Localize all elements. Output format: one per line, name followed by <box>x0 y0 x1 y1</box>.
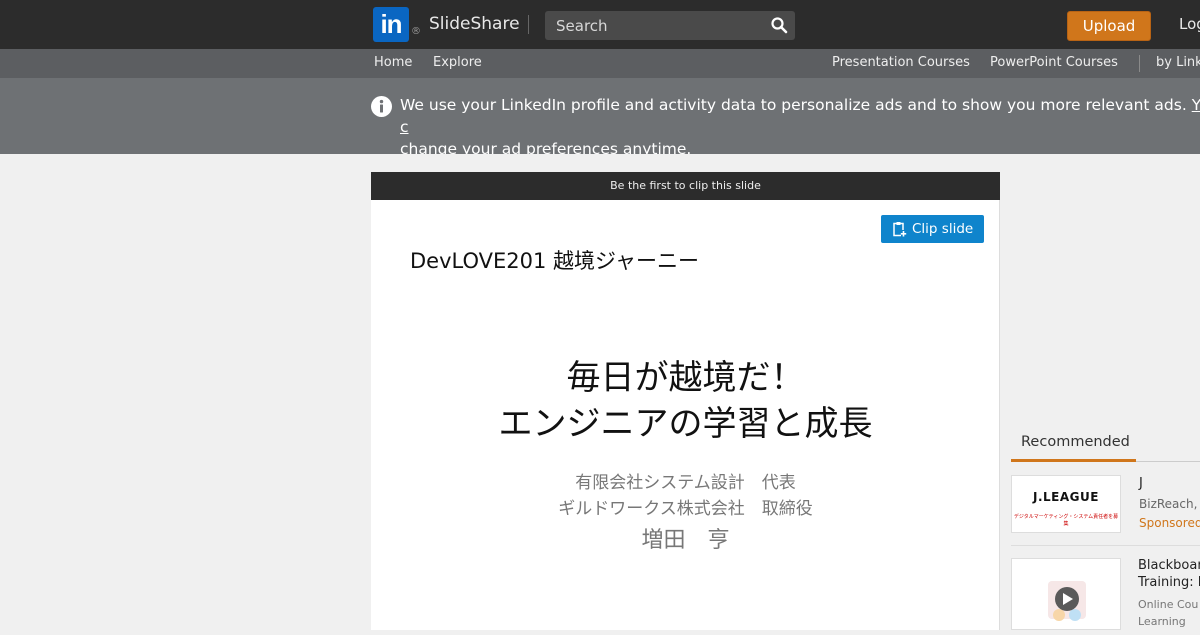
clip-icon <box>893 222 907 237</box>
slide-header: DevLOVE201 越境ジャーニー <box>410 249 699 273</box>
recommended-thumbnail[interactable] <box>1011 558 1121 630</box>
slide-title-line1: 毎日が越境だ！ <box>566 358 805 398</box>
clip-slide-button[interactable]: Clip slide <box>881 215 984 243</box>
search-box <box>545 11 795 40</box>
slide-org-line1: 有限会社システム設計 代表 <box>575 473 796 493</box>
thumbnail-subtext: デジタルマーケティング・システム責任者を募集 <box>1013 514 1119 527</box>
search-icon[interactable] <box>770 16 788 34</box>
jleague-logo: J.LEAGUE <box>1033 490 1099 504</box>
tab-underline <box>1136 461 1200 462</box>
recommended-title[interactable]: Blackboard <box>1138 558 1200 573</box>
sponsored-label: Sponsored <box>1139 516 1200 530</box>
sub-navigation: Home Explore Presentation Courses PowerP… <box>0 49 1200 78</box>
search-input[interactable] <box>545 11 760 40</box>
top-header: in ® SlideShare Upload Log <box>0 0 1200 49</box>
clip-slide-label: Clip slide <box>912 221 974 237</box>
recommended-thumbnail[interactable]: J.LEAGUE デジタルマーケティング・システム責任者を募集 <box>1011 475 1121 533</box>
nav-presentation-courses[interactable]: Presentation Courses <box>832 55 970 70</box>
linkedin-logo[interactable]: in <box>373 7 409 42</box>
nav-explore[interactable]: Explore <box>433 55 482 70</box>
tab-recommended[interactable]: Recommended <box>1011 434 1136 462</box>
slide-author-name: 増田 亨 <box>641 528 730 553</box>
ad-preferences-link-continued[interactable]: change your ad preferences anytime. <box>400 140 691 154</box>
recommended-title-continued[interactable]: Training: E <box>1138 575 1200 590</box>
upload-button[interactable]: Upload <box>1067 11 1151 41</box>
registered-mark: ® <box>411 26 421 37</box>
nav-home[interactable]: Home <box>374 55 412 70</box>
info-icon <box>371 96 392 117</box>
clip-prompt-bar: Be the first to clip this slide <box>371 172 1000 200</box>
recommended-source: Online Cou <box>1138 598 1199 611</box>
subnav-divider <box>1139 55 1140 72</box>
slide-org-line2: ギルドワークス株式会社 取締役 <box>558 499 813 519</box>
slide-title-line2: エンジニアの学習と成長 <box>498 404 873 444</box>
ad-notice-banner: We use your LinkedIn profile and activit… <box>0 78 1200 154</box>
header-divider <box>528 15 529 34</box>
notice-message: We use your LinkedIn profile and activit… <box>400 96 1192 114</box>
login-link[interactable]: Log <box>1179 15 1200 33</box>
recommended-title[interactable]: J <box>1139 476 1143 491</box>
nav-by-linkedin[interactable]: by Link <box>1156 55 1200 70</box>
brand-name[interactable]: SlideShare <box>429 14 520 34</box>
recommended-source: BizReach, <box>1139 497 1198 511</box>
recommended-source-continued: Learning <box>1138 615 1186 628</box>
list-divider <box>1011 545 1200 546</box>
slide-viewer[interactable]: Clip slide DevLOVE201 越境ジャーニー 毎日が越境だ！ エン… <box>371 200 1000 630</box>
nav-powerpoint-courses[interactable]: PowerPoint Courses <box>990 55 1118 70</box>
ad-notice-text: We use your LinkedIn profile and activit… <box>400 94 1200 154</box>
play-video-icon <box>1048 581 1086 621</box>
